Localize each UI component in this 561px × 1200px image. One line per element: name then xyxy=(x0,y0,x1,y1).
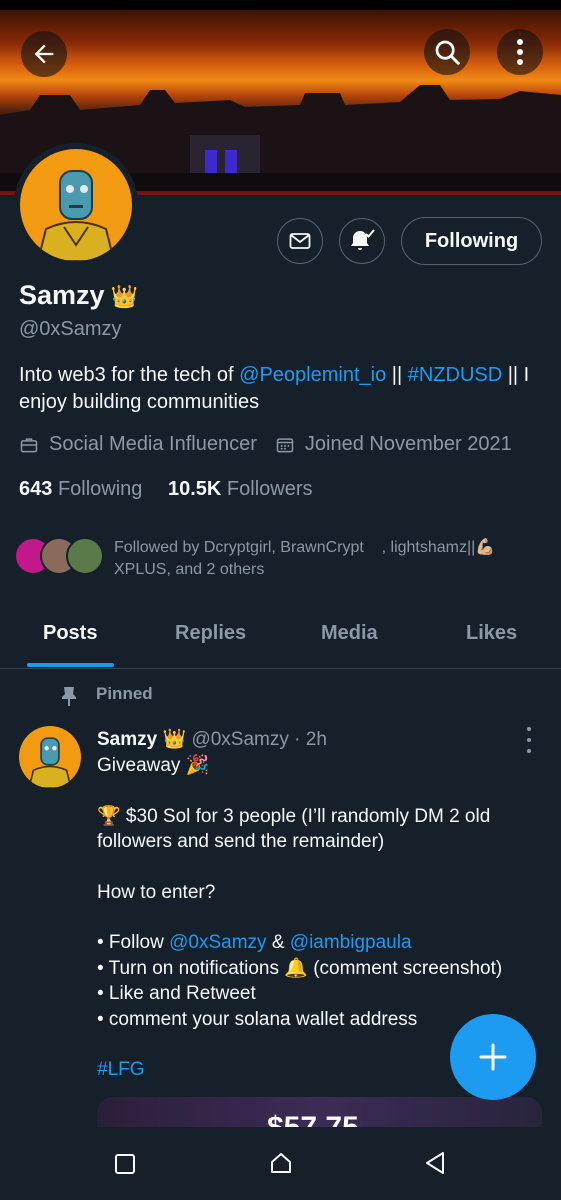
profile-bio: Into web3 for the tech of @Peoplemint_io… xyxy=(19,362,549,416)
calendar-icon xyxy=(276,437,294,452)
mention-link[interactable]: @iambigpaula xyxy=(290,932,412,953)
profile-meta: Social Media Influencer Joined November … xyxy=(19,433,512,456)
post-line: How to enter? xyxy=(97,881,216,903)
active-tab-indicator xyxy=(27,663,114,667)
post-author-avatar[interactable] xyxy=(19,726,81,788)
profile-category: Social Media Influencer xyxy=(49,433,257,455)
back-button[interactable] xyxy=(21,31,67,77)
post-time: 2h xyxy=(305,729,327,750)
following-stat[interactable]: 643 Following xyxy=(19,478,142,500)
tab-likes[interactable]: Likes xyxy=(466,622,517,645)
mail-icon xyxy=(289,233,311,249)
plus-icon xyxy=(479,1043,507,1071)
post-header: Samzy 👑 @0xSamzy · 2h xyxy=(97,727,327,751)
following-button[interactable]: Following xyxy=(401,217,542,265)
bio-hashtag-link[interactable]: #NZDUSD xyxy=(408,364,502,386)
following-count: 643 xyxy=(19,478,53,500)
bio-mention-link[interactable]: @Peoplemint_io xyxy=(239,364,386,386)
media-amount-text: $57.75 xyxy=(267,1111,359,1127)
crown-emoji: 👑 xyxy=(162,729,187,750)
post-author-name[interactable]: Samzy xyxy=(97,729,157,750)
tab-posts[interactable]: Posts xyxy=(43,622,97,645)
home-icon[interactable] xyxy=(269,1151,293,1175)
crown-emoji: 👑 xyxy=(110,284,138,309)
post-more-button[interactable] xyxy=(518,727,540,753)
followed-by-text: Followed by Dcryptgirl, BrawnCrypt , lig… xyxy=(114,539,496,578)
avatar-illustration xyxy=(36,170,116,261)
search-icon xyxy=(435,40,460,65)
more-vertical-icon xyxy=(517,39,523,65)
tab-media[interactable]: Media xyxy=(321,622,378,645)
profile-avatar[interactable] xyxy=(14,143,138,267)
bullet-text: & xyxy=(266,932,290,953)
bio-text: Into web3 for the tech of xyxy=(19,364,240,386)
notifications-button[interactable] xyxy=(339,218,385,264)
bullet-text: • Follow xyxy=(97,932,170,953)
compose-button[interactable] xyxy=(450,1014,536,1100)
post-line: • Like and Retweet xyxy=(97,983,256,1004)
followed-by[interactable]: Followed by Dcryptgirl, BrawnCrypt , lig… xyxy=(14,537,544,581)
pin-icon xyxy=(62,687,76,706)
post-dot: · xyxy=(288,729,306,750)
more-options-button[interactable] xyxy=(497,29,543,75)
display-name-text: Samzy xyxy=(19,280,105,310)
triangle-back-icon[interactable] xyxy=(424,1151,446,1175)
pinned-text: Pinned xyxy=(96,684,153,703)
bell-check-icon xyxy=(351,229,375,250)
followers-label: Followers xyxy=(226,478,313,500)
post-line: Giveaway 🎉 xyxy=(97,755,210,776)
post-media[interactable]: $57.75 xyxy=(97,1097,542,1127)
profile-tabs: Posts Replies Media Likes xyxy=(0,610,561,669)
arrow-left-icon xyxy=(34,44,54,64)
post-line: • Follow @0xSamzy & @iambigpaula xyxy=(97,930,547,956)
follow-stats: 643 Following 10.5K Followers xyxy=(19,478,313,501)
post-line: • Turn on notifications 🔔 (comment scree… xyxy=(97,957,503,979)
square-icon[interactable] xyxy=(114,1153,136,1175)
avatar-illustration xyxy=(28,737,72,788)
followers-stat[interactable]: 10.5K Followers xyxy=(168,478,313,500)
profile-joined-date: Joined November 2021 xyxy=(304,433,512,455)
message-button[interactable] xyxy=(277,218,323,264)
follower-avatar xyxy=(66,537,104,575)
mention-link[interactable]: @0xSamzy xyxy=(169,932,266,953)
briefcase-icon xyxy=(20,437,38,452)
followers-count: 10.5K xyxy=(167,478,222,500)
search-button[interactable] xyxy=(424,29,470,75)
tab-replies[interactable]: Replies xyxy=(175,622,246,645)
bio-separator: || xyxy=(386,364,408,386)
system-nav-bar xyxy=(0,1127,561,1200)
post-line: 🏆 $30 Sol for 3 people (I’ll randomly DM… xyxy=(97,805,491,853)
display-name: Samzy 👑 xyxy=(19,280,138,311)
profile-handle: @0xSamzy xyxy=(19,318,122,340)
post-author-handle[interactable]: @0xSamzy xyxy=(191,729,288,750)
status-bar xyxy=(0,0,561,10)
following-label: Following xyxy=(57,478,143,500)
pinned-label: Pinned xyxy=(58,684,153,706)
